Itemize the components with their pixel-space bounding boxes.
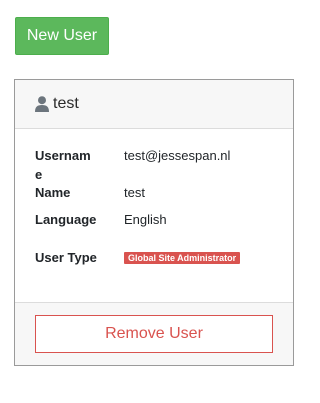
user-type-badge: Global Site Administrator: [124, 252, 241, 264]
username-label: Username: [35, 148, 91, 182]
user-card-header: test: [15, 80, 293, 129]
language-value: English: [124, 212, 167, 227]
username-value: test@jessespan.nl: [124, 148, 231, 163]
user-card: test Username test@jessespan.nl Name tes…: [14, 79, 294, 366]
user-card-title: test: [53, 95, 79, 112]
user-card-footer: Remove User: [15, 302, 293, 365]
language-label: Language: [35, 212, 97, 227]
user-icon: [35, 96, 49, 112]
new-user-button[interactable]: New User: [15, 17, 109, 55]
name-value: test: [124, 185, 145, 200]
user-type-label: User Type: [35, 250, 97, 265]
name-label: Name: [35, 185, 71, 200]
remove-user-button[interactable]: Remove User: [35, 315, 273, 353]
